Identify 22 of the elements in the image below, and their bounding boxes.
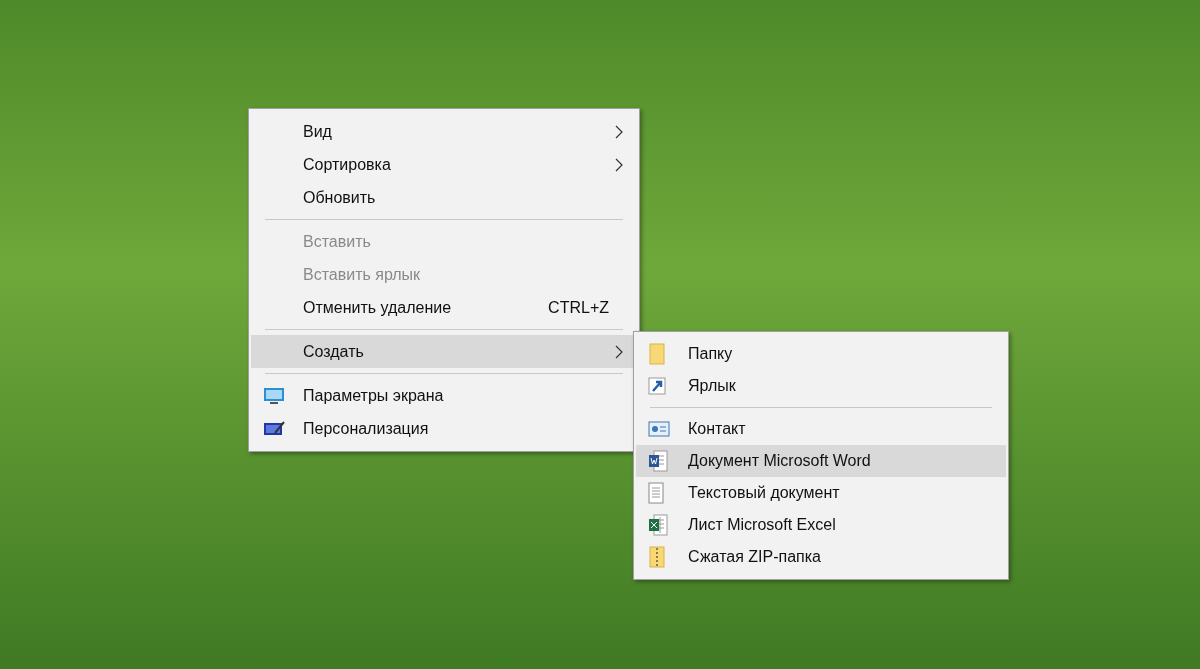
menu-item[interactable]: Параметры экрана bbox=[251, 379, 637, 412]
zip-folder-icon bbox=[648, 546, 666, 568]
menu-item[interactable]: Контакт bbox=[636, 413, 1006, 445]
shortcut-arrow-icon bbox=[648, 377, 666, 395]
personalize-icon bbox=[263, 419, 285, 438]
menu-item[interactable]: Сжатая ZIP-папка bbox=[636, 541, 1006, 573]
menu-item[interactable]: Лист Microsoft Excel bbox=[636, 509, 1006, 541]
monitor-icon bbox=[263, 386, 285, 405]
text-document-icon bbox=[648, 482, 664, 504]
folder-icon bbox=[648, 343, 666, 365]
menu-item[interactable]: Ярлык bbox=[636, 370, 1006, 402]
menu-item[interactable]: Папку bbox=[636, 338, 1006, 370]
contact-card-icon bbox=[648, 421, 670, 437]
menu-item[interactable]: Сортировка bbox=[251, 148, 637, 181]
word-document-icon bbox=[648, 450, 668, 472]
menu-item[interactable]: Текстовый документ bbox=[636, 477, 1006, 509]
menu-item[interactable]: Отменить удаление CTRL+Z bbox=[251, 291, 637, 324]
menu-item[interactable]: Обновить bbox=[251, 181, 637, 214]
menu-item[interactable]: Документ Microsoft Word bbox=[636, 445, 1006, 477]
menu-item[interactable]: Вид bbox=[251, 115, 637, 148]
spreadsheet-icon bbox=[648, 514, 668, 536]
menu-item[interactable]: Персонализация bbox=[251, 412, 637, 445]
